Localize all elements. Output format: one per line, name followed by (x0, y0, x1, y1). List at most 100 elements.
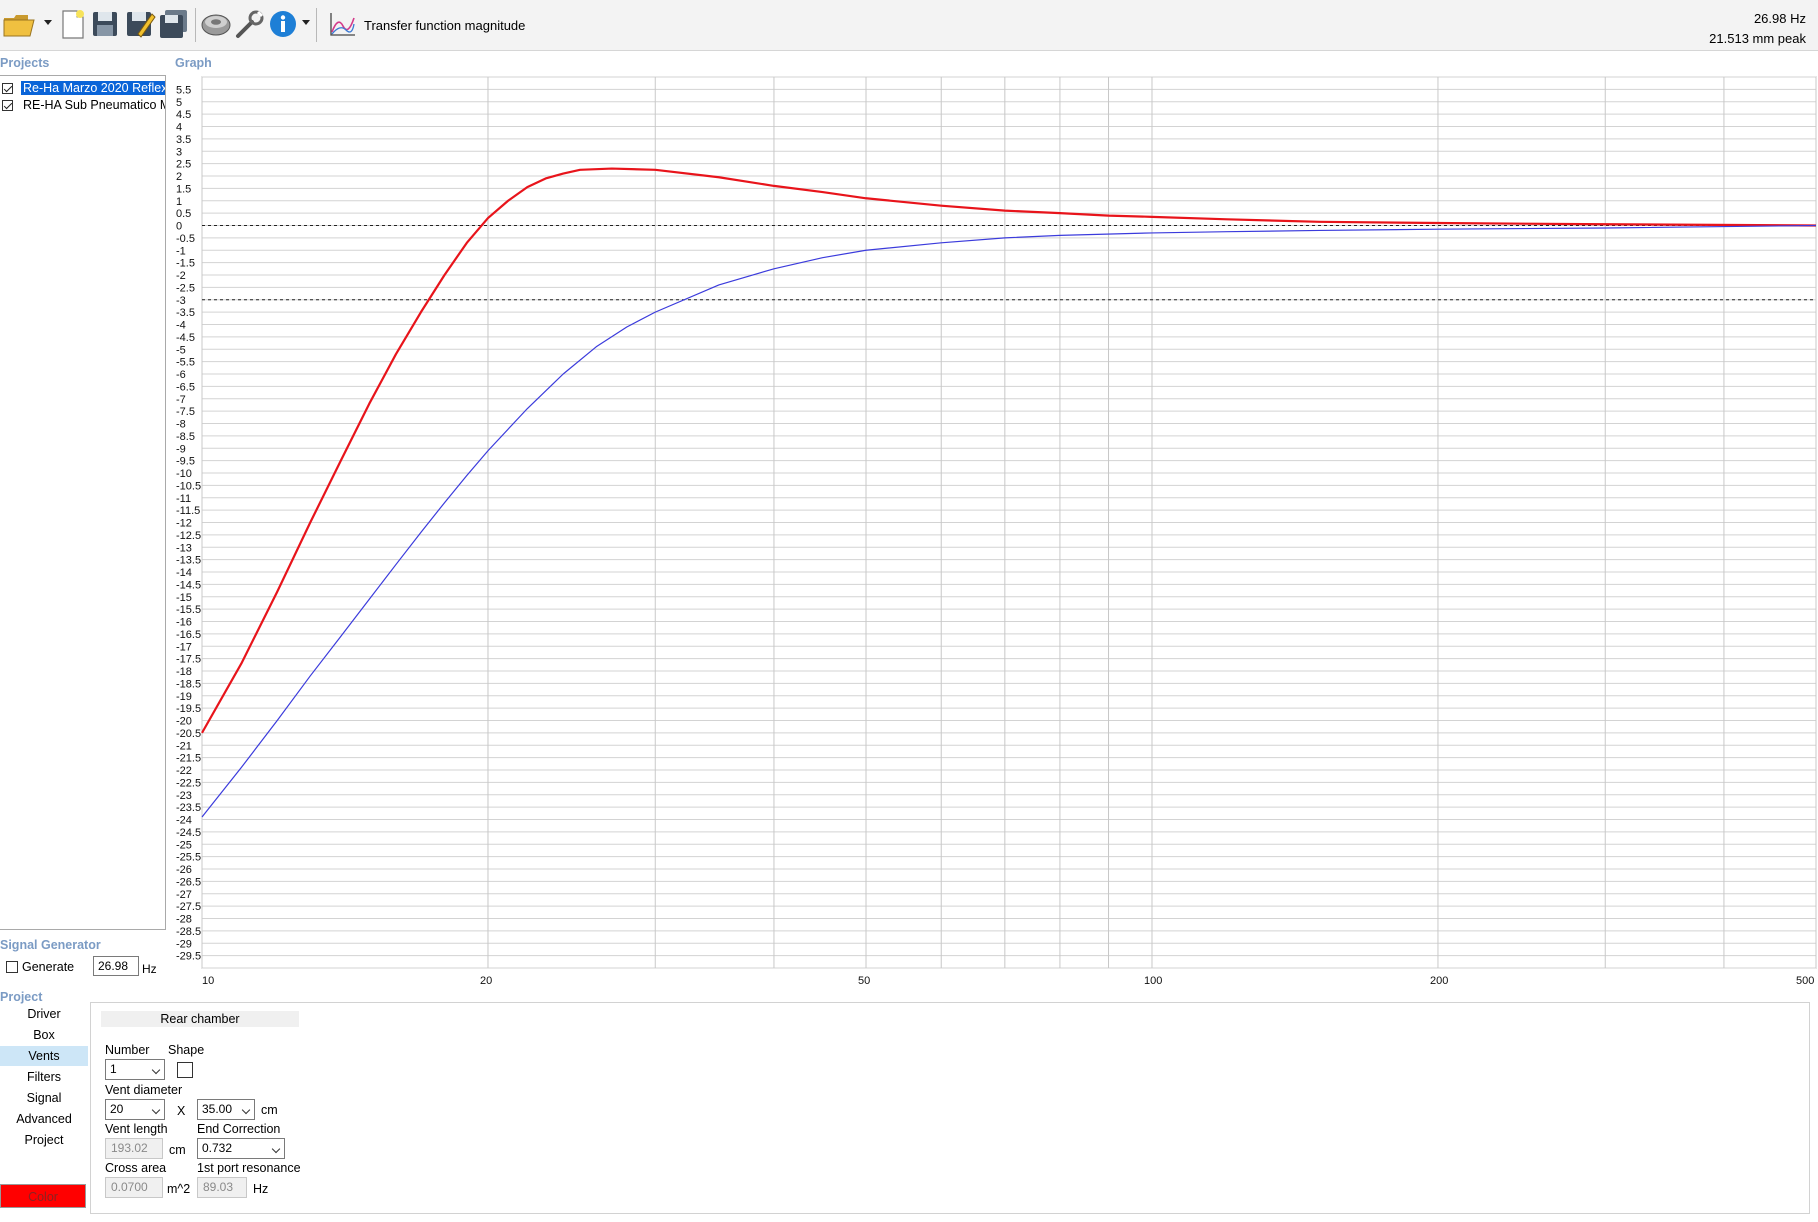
cross-area-field: 0.0700 (105, 1177, 163, 1198)
project-visible-checkbox[interactable] (2, 83, 13, 94)
y-tick-label: -5.5 (176, 357, 195, 369)
save-all-icon[interactable] (157, 6, 191, 42)
nav-signal[interactable]: Signal (0, 1088, 88, 1108)
vent-diameter-select[interactable]: 20 (105, 1099, 165, 1120)
y-tick-label: -4 (176, 320, 186, 332)
x-tick-label: 500 (1796, 975, 1814, 985)
y-tick-label: -23.5 (176, 802, 201, 814)
graph-section-label: Graph (175, 56, 212, 70)
number-label: Number (105, 1043, 150, 1057)
y-tick-label: 3.5 (176, 134, 191, 146)
driver-icon[interactable] (199, 6, 233, 42)
end-correction-select[interactable]: 0.732 (197, 1138, 285, 1159)
save-as-icon[interactable] (123, 6, 157, 42)
vent-second-dimension-value: 35.00 (202, 1102, 233, 1116)
y-tick-label: -22.5 (176, 777, 201, 789)
port-resonance-unit: Hz (253, 1182, 269, 1196)
y-tick-label: -10 (176, 468, 192, 480)
shape-label: Shape (168, 1043, 205, 1057)
y-tick-label: -3.5 (176, 307, 195, 319)
y-tick-label: -24 (176, 815, 192, 827)
end-correction-value: 0.732 (202, 1141, 233, 1155)
y-tick-label: -9 (176, 443, 186, 455)
y-tick-label: 1.5 (176, 183, 191, 195)
y-tick-label: -17.5 (176, 654, 201, 666)
y-tick-label: -22 (176, 765, 192, 777)
y-tick-label: -27 (176, 889, 192, 901)
project-name[interactable]: Re-Ha Marzo 2020 Reflex (20, 80, 165, 96)
nav-advanced[interactable]: Advanced (0, 1109, 88, 1129)
y-tick-label: -4.5 (176, 332, 195, 344)
vent-length-unit: cm (169, 1143, 186, 1157)
y-tick-label: -9.5 (176, 456, 195, 468)
graph-type-label[interactable]: Transfer function magnitude (364, 18, 525, 33)
frequency-readout: 26.98 Hz (1753, 11, 1806, 26)
y-tick-label: -7 (176, 394, 186, 406)
nav-box[interactable]: Box (0, 1025, 88, 1045)
open-folder-icon[interactable] (2, 6, 36, 42)
y-tick-label: -0.5 (176, 233, 195, 245)
nav-project[interactable]: Project (0, 1130, 88, 1150)
y-tick-label: 2.5 (176, 159, 191, 171)
generator-frequency-unit: Hz (142, 962, 157, 976)
project-row-pneumatico[interactable]: RE-HA Sub Pneumatico Ma (0, 97, 165, 114)
x-tick-label: 100 (1144, 975, 1162, 985)
y-tick-label: -1 (176, 245, 186, 257)
y-tick-label: -12 (176, 518, 192, 530)
y-tick-label: -25.5 (176, 852, 201, 864)
y-tick-label: -15 (176, 592, 192, 604)
vent-diameter-label: Vent diameter (105, 1083, 183, 1097)
y-tick-label: 4.5 (176, 109, 191, 121)
generate-label: Generate (22, 960, 75, 974)
vent-second-dimension-select[interactable]: 35.00 (197, 1099, 255, 1120)
project-visible-checkbox[interactable] (2, 100, 13, 111)
tools-icon[interactable] (233, 6, 267, 42)
generator-frequency-input[interactable]: 26.98 (93, 956, 139, 976)
signal-generator-section-label: Signal Generator (0, 938, 101, 952)
y-tick-label: -20.5 (176, 728, 201, 740)
y-tick-label: -14.5 (176, 579, 201, 591)
info-icon[interactable] (266, 6, 300, 42)
y-tick-label: -11.5 (176, 505, 200, 517)
y-tick-label: -24.5 (176, 827, 201, 839)
y-tick-label: -29.5 (176, 951, 201, 963)
graph-area[interactable]: -29.5 -29 -28.5 -28 -27.5 -27 -26.5 -26 -25.5 -25… (170, 75, 1818, 987)
dimension-separator: X (177, 1104, 186, 1118)
y-tick-label: 5 (176, 97, 182, 109)
open-dropdown-icon[interactable] (44, 20, 52, 25)
y-tick-label: -16.5 (176, 629, 201, 641)
y-tick-label: -3 (176, 295, 186, 307)
y-tick-label: -5 (176, 344, 186, 356)
y-tick-label: -20 (176, 716, 192, 728)
y-tick-label: -16 (176, 617, 192, 629)
nav-driver[interactable]: Driver (0, 1004, 88, 1024)
nav-vents[interactable]: Vents (0, 1046, 88, 1066)
y-tick-label: 0.5 (176, 208, 191, 220)
y-tick-label: -11 (176, 493, 191, 505)
shape-checkbox[interactable] (177, 1062, 193, 1078)
project-section-label: Project (0, 990, 43, 1004)
save-icon[interactable] (88, 6, 122, 42)
port-resonance-field: 89.03 (197, 1177, 247, 1198)
y-tick-label: 1 (176, 196, 182, 208)
projects-list[interactable]: Re-Ha Marzo 2020 Reflex RE-HA Sub Pneuma… (0, 75, 166, 930)
projects-section-label: Projects (0, 56, 50, 70)
project-row-reflex[interactable]: Re-Ha Marzo 2020 Reflex (0, 80, 165, 97)
vent-number-select[interactable]: 1 (105, 1059, 165, 1080)
transfer-function-chart[interactable]: -29.5-29-28.5-28-27.5-27-26.5-26-25.5-25… (170, 75, 1818, 987)
vent-length-field: 193.02 (105, 1138, 163, 1159)
y-tick-label: -19 (176, 691, 192, 703)
graph-type-icon[interactable] (326, 6, 360, 42)
port-resonance-label: 1st port resonance (197, 1161, 301, 1175)
color-button[interactable]: Color (0, 1184, 86, 1208)
generate-checkbox[interactable] (6, 961, 18, 973)
project-name[interactable]: RE-HA Sub Pneumatico Ma (21, 98, 165, 112)
y-tick-label: -26.5 (176, 876, 201, 888)
y-tick-label: 0 (176, 221, 182, 233)
dimension-unit: cm (261, 1103, 278, 1117)
y-tick-label: -8 (176, 419, 186, 431)
new-project-icon[interactable] (55, 6, 89, 42)
info-dropdown-icon[interactable] (302, 20, 310, 25)
nav-filters[interactable]: Filters (0, 1067, 88, 1087)
y-tick-label: -6.5 (176, 381, 195, 393)
